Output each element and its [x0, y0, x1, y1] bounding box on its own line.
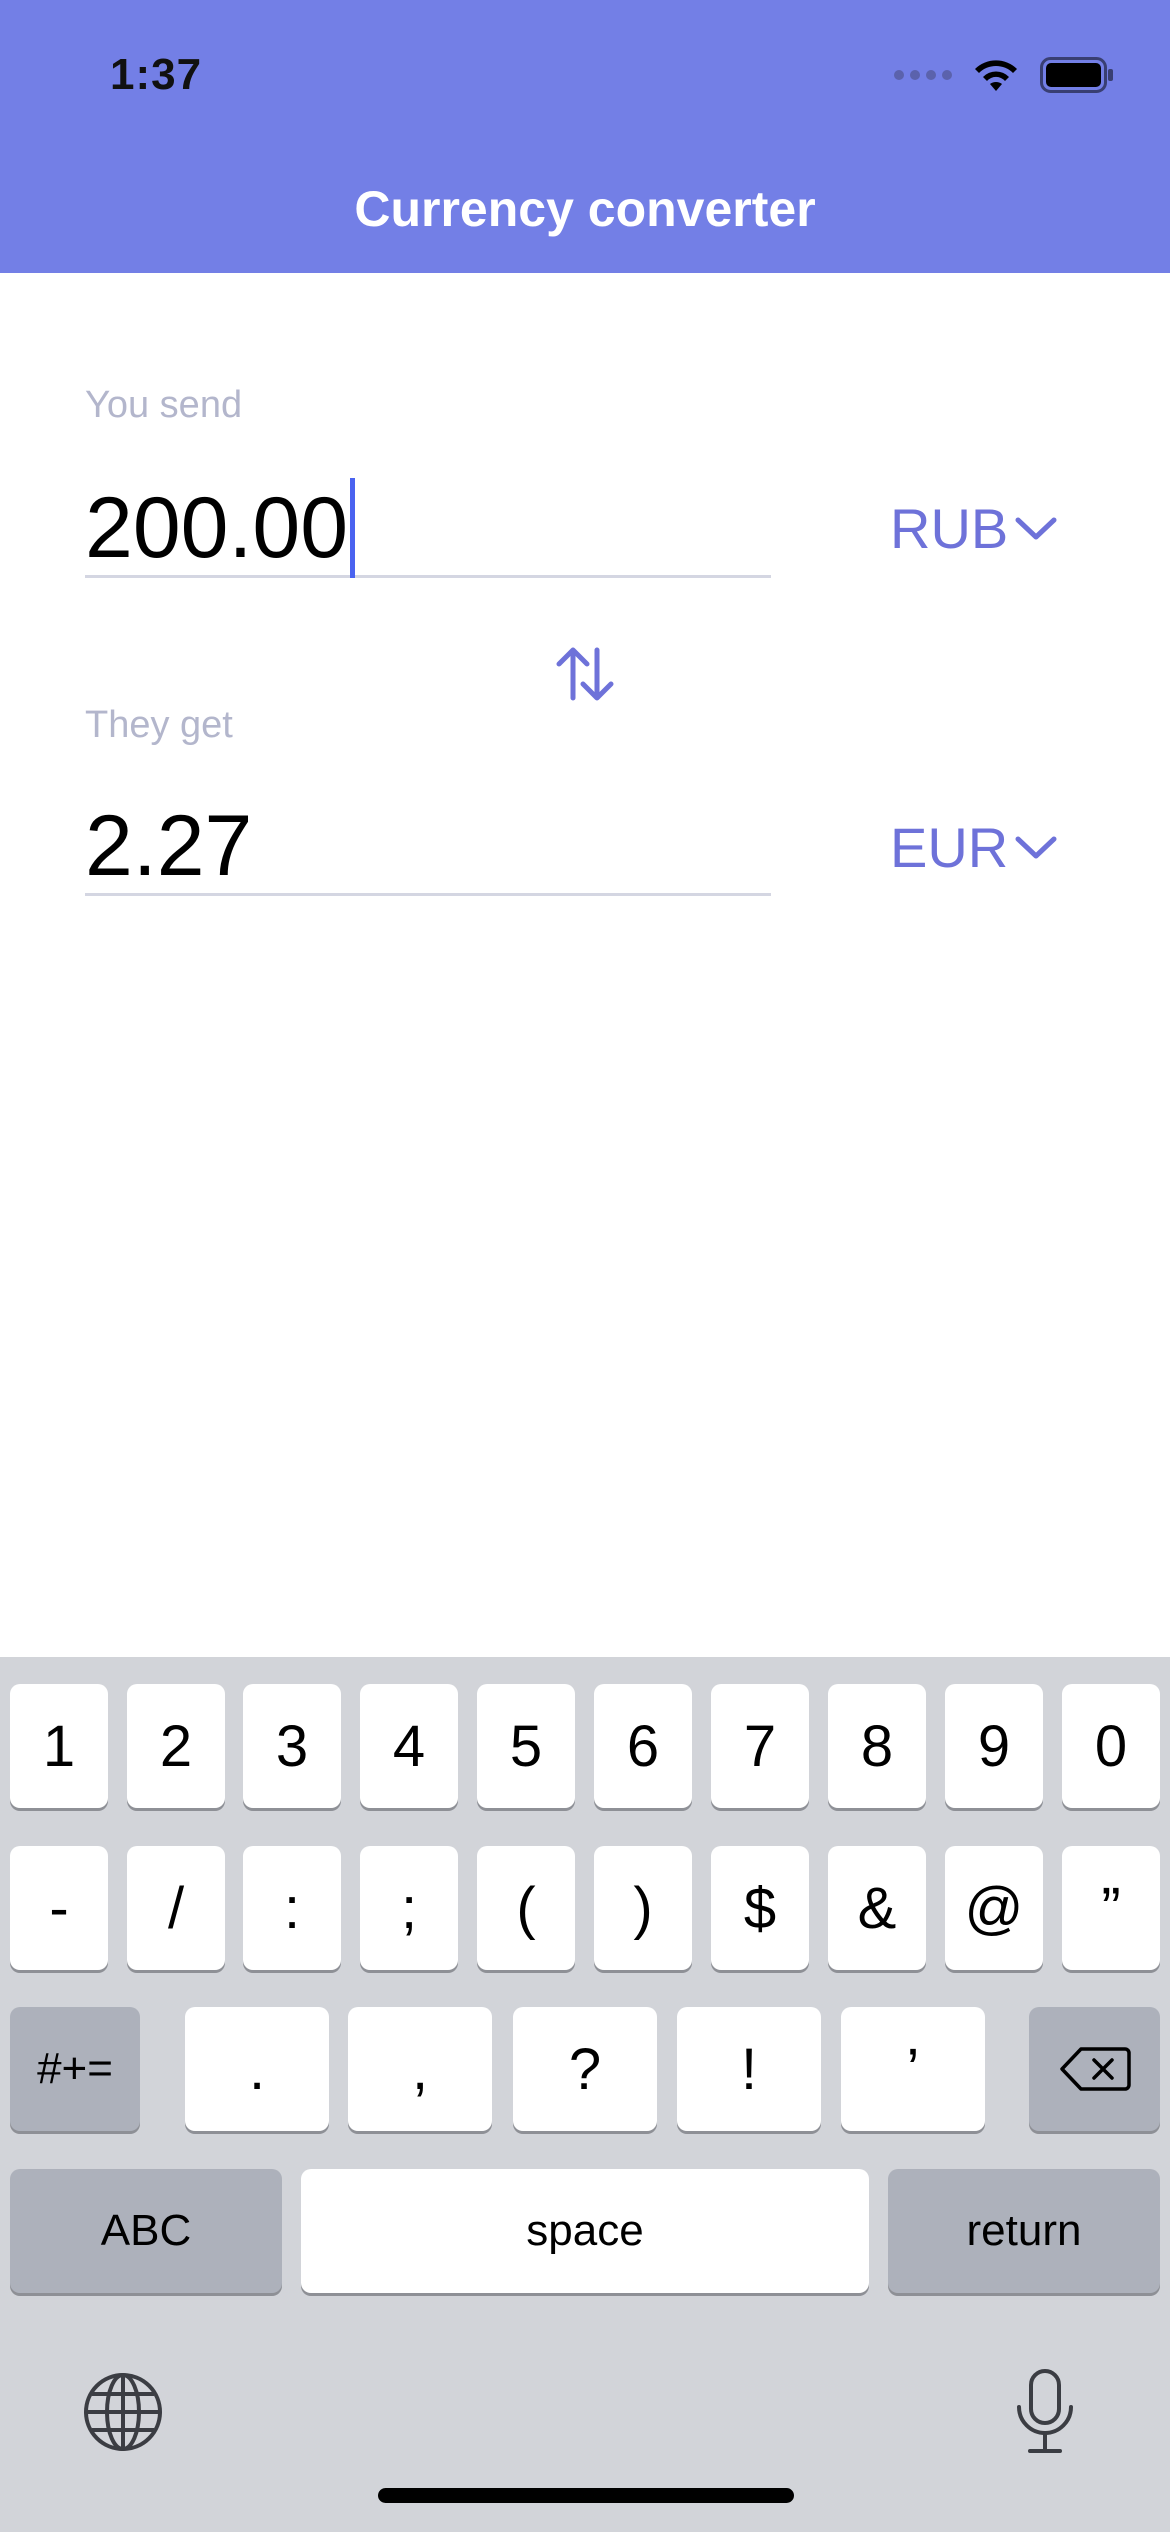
delete-icon	[1059, 2047, 1131, 2091]
key-comma[interactable]: ,	[348, 2007, 492, 2131]
status-time: 1:37	[110, 50, 203, 99]
chevron-down-icon	[1015, 517, 1057, 539]
key-open-paren[interactable]: (	[477, 1846, 575, 1970]
key-colon[interactable]: :	[243, 1846, 341, 1970]
send-currency-code: RUB	[890, 497, 1009, 560]
page-title: Currency converter	[354, 181, 816, 237]
wifi-icon	[970, 55, 1022, 95]
key-dash[interactable]: -	[10, 1846, 108, 1970]
key-7[interactable]: 7	[711, 1684, 809, 1808]
globe-icon[interactable]	[82, 2371, 164, 2458]
get-label: They get	[85, 704, 233, 746]
send-amount-input[interactable]: 200.00	[85, 478, 771, 578]
key-dollar[interactable]: $	[711, 1846, 809, 1970]
swap-icon[interactable]	[551, 640, 619, 708]
key-1[interactable]: 1	[10, 1684, 108, 1808]
key-apostrophe[interactable]: ’	[841, 2007, 985, 2131]
key-close-paren[interactable]: )	[594, 1846, 692, 1970]
get-currency-selector[interactable]: EUR	[890, 815, 1058, 880]
cellular-signal-icon	[894, 70, 952, 80]
key-8[interactable]: 8	[828, 1684, 926, 1808]
send-label: You send	[85, 384, 243, 426]
get-currency-code: EUR	[890, 816, 1009, 879]
key-ampersand[interactable]: &	[828, 1846, 926, 1970]
battery-icon	[1040, 57, 1114, 93]
key-5[interactable]: 5	[477, 1684, 575, 1808]
home-indicator	[378, 2488, 794, 2503]
status-indicators	[894, 50, 1114, 100]
key-3[interactable]: 3	[243, 1684, 341, 1808]
keyboard: 1 2 3 4 5 6 7 8 9 0 - / : ; ( ) $ & @ ” …	[0, 1657, 1170, 2532]
delete-key[interactable]	[1029, 2007, 1160, 2131]
key-4[interactable]: 4	[360, 1684, 458, 1808]
key-9[interactable]: 9	[945, 1684, 1043, 1808]
space-key[interactable]: space	[301, 2169, 869, 2293]
key-semicolon[interactable]: ;	[360, 1846, 458, 1970]
get-amount-input[interactable]: 2.27	[85, 796, 771, 896]
send-currency-selector[interactable]: RUB	[890, 496, 1058, 561]
text-caret	[350, 478, 356, 578]
app-header: 1:37 Currency converter	[0, 0, 1170, 273]
key-period[interactable]: .	[185, 2007, 329, 2131]
key-6[interactable]: 6	[594, 1684, 692, 1808]
get-amount-value: 2.27	[85, 798, 253, 894]
key-2[interactable]: 2	[127, 1684, 225, 1808]
microphone-icon[interactable]	[1012, 2367, 1078, 2462]
key-at[interactable]: @	[945, 1846, 1043, 1970]
key-0[interactable]: 0	[1062, 1684, 1160, 1808]
key-question[interactable]: ?	[513, 2007, 657, 2131]
key-exclamation[interactable]: !	[677, 2007, 821, 2131]
send-amount-value: 200.00	[85, 480, 349, 576]
key-more-symbols[interactable]: #+=	[10, 2007, 140, 2131]
key-abc[interactable]: ABC	[10, 2169, 282, 2293]
return-key[interactable]: return	[888, 2169, 1160, 2293]
key-quote[interactable]: ”	[1062, 1846, 1160, 1970]
key-slash[interactable]: /	[127, 1846, 225, 1970]
chevron-down-icon	[1015, 836, 1057, 858]
